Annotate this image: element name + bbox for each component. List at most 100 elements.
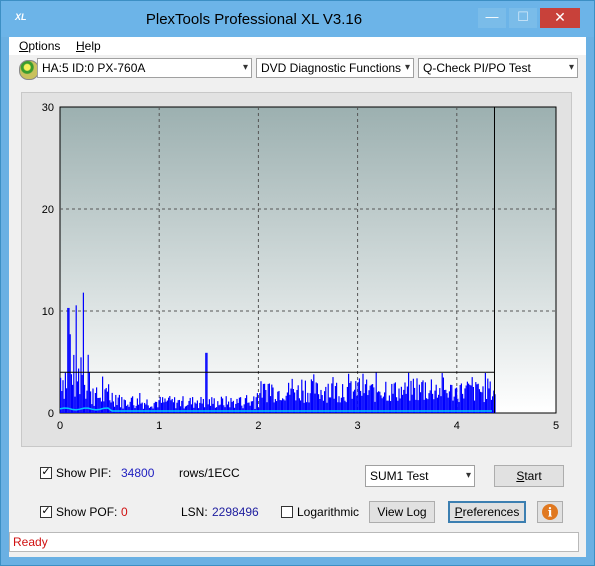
pif-bar <box>249 405 251 413</box>
pif-bar <box>400 386 402 413</box>
pif-bar <box>157 407 159 413</box>
pi-po-chart: 0 1 2 3 4 5 0 10 20 30 <box>42 102 559 432</box>
show-pof-checkbox[interactable]: ✓ <box>40 506 52 518</box>
pif-bar <box>114 406 116 413</box>
y-tick-label: 10 <box>42 306 54 318</box>
pif-bar <box>450 384 452 413</box>
pif-bar <box>264 383 266 413</box>
pif-bar <box>318 394 320 413</box>
chevron-down-icon: ▾ <box>404 62 410 73</box>
rows-label: rows/1ECC <box>179 466 240 480</box>
pif-bar <box>105 387 107 413</box>
pif-bar <box>304 380 306 413</box>
pif-bar <box>312 381 314 413</box>
pif-bar <box>265 390 267 413</box>
pif-bar <box>204 407 206 413</box>
menu-options[interactable]: Options <box>19 39 60 53</box>
pif-bar <box>291 378 293 413</box>
pif-bar <box>260 381 262 413</box>
pif-bar <box>327 383 329 413</box>
pif-bar <box>391 383 393 413</box>
pif-bar <box>456 387 458 413</box>
drive-select[interactable]: HA:5 ID:0 PX-760A ▾ <box>37 58 252 78</box>
pif-bar <box>482 386 484 413</box>
pif-bar <box>316 383 318 413</box>
pif-bar <box>460 383 462 413</box>
pif-bar <box>346 386 348 413</box>
preferences-button[interactable]: Preferences <box>448 501 526 523</box>
pif-bar <box>320 389 322 413</box>
pif-bar <box>410 380 412 413</box>
x-tick-label: 5 <box>553 420 559 432</box>
pif-bar <box>259 393 261 413</box>
pif-bar <box>334 386 336 413</box>
pif-bar <box>416 378 418 413</box>
pif-bar <box>471 377 473 413</box>
view-log-button[interactable]: View Log <box>369 501 435 523</box>
pif-bar <box>116 405 118 413</box>
pif-bar <box>268 383 270 413</box>
pif-bar <box>435 384 437 413</box>
pif-bar <box>355 381 357 413</box>
pif-bar <box>314 393 316 413</box>
pif-bar <box>445 389 447 413</box>
pif-bar <box>394 382 396 413</box>
pif-bar <box>468 383 470 413</box>
pif-bar <box>376 392 378 413</box>
logarithmic-checkbox[interactable] <box>281 506 293 518</box>
maximize-button[interactable]: ☐ <box>509 8 537 28</box>
pif-bar <box>492 396 494 413</box>
pif-bar <box>120 407 122 413</box>
pif-bar <box>439 388 441 413</box>
pif-bar <box>76 381 78 413</box>
start-button[interactable]: Start <box>494 465 564 487</box>
pif-bar <box>324 391 326 413</box>
function-select[interactable]: DVD Diagnostic Functions ▾ <box>256 58 414 78</box>
pif-bar <box>205 352 207 413</box>
pif-bar <box>206 352 208 413</box>
x-tick-label: 0 <box>57 420 63 432</box>
pif-bar <box>368 390 370 413</box>
pif-bar <box>378 391 380 413</box>
pif-bar <box>70 374 72 413</box>
pif-bar <box>487 378 489 413</box>
show-pif-checkbox[interactable]: ✓ <box>40 467 52 479</box>
chevron-down-icon: ▾ <box>568 62 574 73</box>
pif-bar <box>262 383 264 413</box>
minimize-button[interactable]: — <box>478 8 506 28</box>
pif-bar <box>310 379 312 413</box>
test-select[interactable]: Q-Check PI/PO Test ▾ <box>418 58 578 78</box>
pif-bar <box>138 404 140 413</box>
pif-bar <box>187 404 189 413</box>
pif-bar <box>403 389 405 413</box>
pif-bar <box>271 384 273 413</box>
close-button[interactable]: ✕ <box>540 8 580 28</box>
sum-test-select[interactable]: SUM1 Test ▾ <box>365 465 475 487</box>
pif-bar <box>392 393 394 413</box>
pif-bar <box>97 397 99 413</box>
pif-bar <box>358 378 360 413</box>
pif-bar <box>350 381 352 413</box>
pif-bar <box>150 406 152 413</box>
status-text: Ready <box>13 535 48 549</box>
title-bar[interactable]: XL PlexTools Professional XL V3.16 — ☐ ✕ <box>1 1 594 37</box>
pif-bar <box>67 307 69 413</box>
pif-bar <box>424 382 426 413</box>
pif-bar <box>430 379 432 413</box>
info-icon: i <box>542 504 558 520</box>
x-tick-label: 2 <box>255 420 261 432</box>
pif-bar <box>104 389 106 413</box>
pif-bar <box>315 382 317 413</box>
pif-bar <box>79 394 81 413</box>
graph-panel: 0 1 2 3 4 5 0 10 20 30 <box>21 92 572 447</box>
pif-bar <box>349 382 351 413</box>
pif-bar <box>364 384 366 413</box>
menu-help[interactable]: Help <box>76 39 101 53</box>
pif-bar <box>80 357 82 413</box>
info-button[interactable]: i <box>537 501 563 523</box>
pif-bar <box>63 398 65 413</box>
pif-bar <box>342 384 344 413</box>
status-bar: Ready <box>9 532 579 552</box>
pif-bar <box>267 383 269 413</box>
pif-bar <box>286 392 288 413</box>
